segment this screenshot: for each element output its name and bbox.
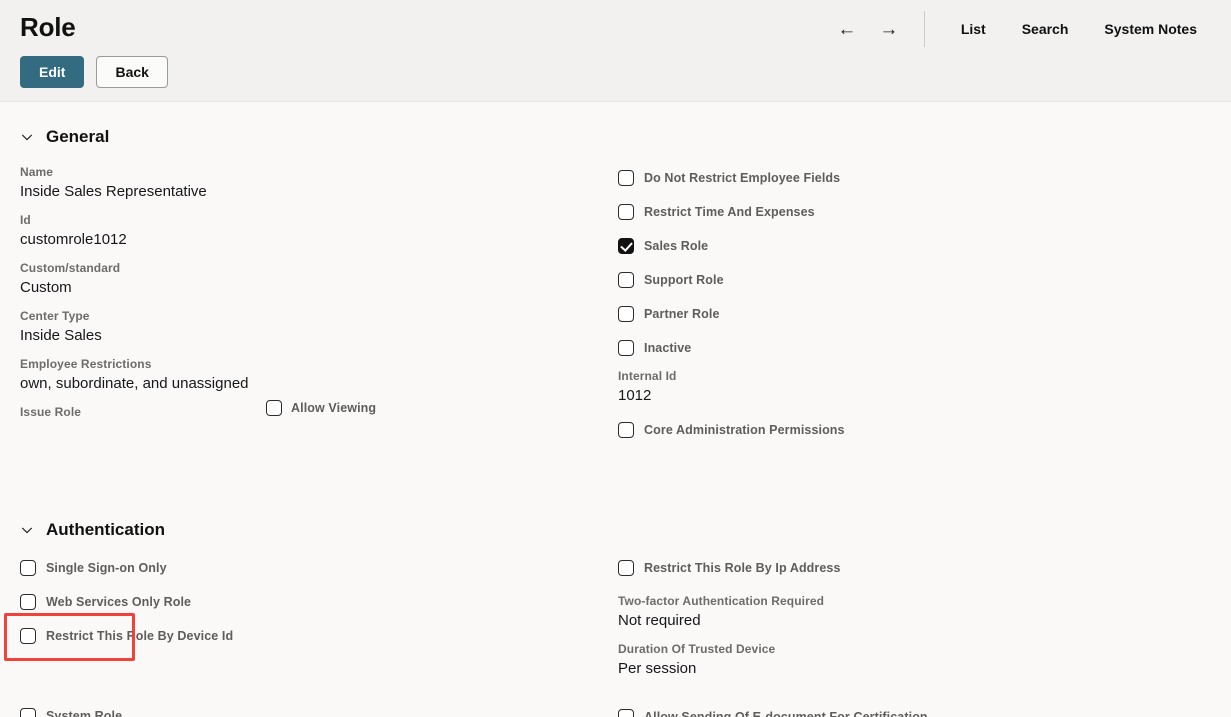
checkbox-label: Single Sign-on Only — [46, 561, 167, 575]
row-restrict-time-and-expenses[interactable]: Restrict Time And Expenses — [618, 198, 1208, 226]
checkbox-do-not-restrict-employee-fields[interactable] — [618, 170, 634, 186]
row-allow-sending-of-e-document-for-certification[interactable]: Allow Sending Of E-document For Certific… — [618, 703, 1208, 717]
field-label: Internal Id — [618, 369, 677, 383]
row-single-sign-on-only[interactable]: Single Sign-on Only — [20, 554, 600, 582]
checkbox-allow-viewing[interactable] — [266, 400, 282, 416]
checkbox-label: Sales Role — [644, 239, 709, 253]
content-area: General Name Inside Sales Representative… — [0, 127, 1231, 717]
row-restrict-this-role-by-device-id[interactable]: Restrict This Role By Device Id — [20, 622, 600, 650]
page-header: Role Edit Back ← → List Search System No… — [0, 0, 1231, 102]
row-support-role[interactable]: Support Role — [618, 266, 1208, 294]
action-button-row: Edit Back — [20, 56, 168, 88]
nav-link-system-notes[interactable]: System Notes — [1086, 21, 1215, 37]
checkbox-core-administration-permissions[interactable] — [618, 422, 634, 438]
field-value: Inside Sales Representative — [20, 183, 207, 200]
field-label: Duration Of Trusted Device — [618, 642, 776, 656]
row-inactive[interactable]: Inactive — [618, 334, 1208, 362]
checkbox-support-role[interactable] — [618, 272, 634, 288]
back-arrow-icon[interactable]: ← — [826, 12, 868, 46]
field-label: Two-factor Authentication Required — [618, 594, 825, 608]
section-header-authentication[interactable]: Authentication — [0, 520, 1231, 540]
section-title-authentication: Authentication — [46, 520, 165, 539]
checkbox-restrict-this-role-by-ip-address[interactable] — [618, 560, 634, 576]
checkbox-label: Support Role — [644, 273, 724, 287]
general-right-column: Do Not Restrict Employee Fields Restrict… — [618, 164, 1208, 450]
authentication-left-column: Single Sign-on Only Web Services Only Ro… — [20, 554, 600, 717]
checkbox-label: Partner Role — [644, 307, 720, 321]
checkbox-sales-role[interactable] — [618, 238, 634, 254]
authentication-columns: Single Sign-on Only Web Services Only Ro… — [0, 554, 1231, 717]
row-partner-role[interactable]: Partner Role — [618, 300, 1208, 328]
checkbox-label: Core Administration Permissions — [644, 423, 845, 437]
page-title: Role — [20, 12, 76, 42]
field-label: Employee Restrictions — [20, 357, 152, 371]
checkbox-label: Restrict This Role By Ip Address — [644, 561, 841, 575]
field-two-factor-authentication-required: Two-factor Authentication Required Not r… — [618, 593, 1208, 632]
field-custom-standard: Custom/standard Custom — [20, 260, 600, 299]
row-sales-role[interactable]: Sales Role — [618, 232, 1208, 260]
field-label: Center Type — [20, 309, 90, 323]
checkbox-label: Allow Viewing — [291, 401, 377, 415]
row-core-administration-permissions[interactable]: Core Administration Permissions — [618, 416, 1208, 444]
nav-divider — [923, 11, 925, 47]
field-name: Name Inside Sales Representative — [20, 164, 600, 203]
field-value: customrole1012 — [20, 231, 127, 248]
section-title-general: General — [46, 127, 110, 146]
nav-link-search[interactable]: Search — [1004, 21, 1087, 37]
checkbox-label: System Role — [46, 709, 123, 717]
chevron-down-icon[interactable] — [20, 523, 34, 537]
field-value: Custom — [20, 279, 72, 296]
row-do-not-restrict-employee-fields[interactable]: Do Not Restrict Employee Fields — [618, 164, 1208, 192]
field-id: Id customrole1012 — [20, 212, 600, 251]
field-internal-id: Internal Id 1012 — [618, 368, 1208, 407]
row-restrict-this-role-by-ip-address[interactable]: Restrict This Role By Ip Address — [618, 554, 1208, 582]
field-duration-of-trusted-device: Duration Of Trusted Device Per session — [618, 641, 1208, 680]
general-left-column: Name Inside Sales Representative Id cust… — [20, 164, 600, 430]
checkbox-label: Inactive — [644, 341, 692, 355]
field-label: Id — [20, 213, 31, 227]
checkbox-partner-role[interactable] — [618, 306, 634, 322]
field-value: 1012 — [618, 387, 652, 404]
header-navigation: ← → List Search System Notes — [826, 11, 1215, 47]
checkbox-allow-sending-of-e-document-for-certification[interactable] — [618, 709, 634, 717]
checkbox-system-role[interactable] — [20, 708, 36, 717]
field-value: own, subordinate, and unassigned — [20, 375, 249, 392]
field-label: Custom/standard — [20, 261, 121, 275]
row-system-role[interactable]: System Role — [20, 702, 600, 717]
authentication-right-column: Restrict This Role By Ip Address Two-fac… — [618, 554, 1208, 717]
checkbox-label: Allow Sending Of E-document For Certific… — [644, 710, 928, 717]
row-web-services-only-role[interactable]: Web Services Only Role — [20, 588, 600, 616]
checkbox-label: Restrict Time And Expenses — [644, 205, 815, 219]
field-employee-restrictions: Employee Restrictions own, subordinate, … — [20, 356, 600, 395]
chevron-down-icon[interactable] — [20, 130, 34, 144]
field-label: Name — [20, 165, 54, 179]
nav-link-list[interactable]: List — [943, 21, 1004, 37]
section-header-general[interactable]: General — [0, 127, 1231, 147]
checkbox-restrict-time-and-expenses[interactable] — [618, 204, 634, 220]
field-center-type: Center Type Inside Sales — [20, 308, 600, 347]
forward-arrow-icon[interactable]: → — [868, 12, 910, 46]
checkbox-label: Web Services Only Role — [46, 595, 192, 609]
checkbox-inactive[interactable] — [618, 340, 634, 356]
checkbox-single-sign-on-only[interactable] — [20, 560, 36, 576]
checkbox-label: Do Not Restrict Employee Fields — [644, 171, 841, 185]
allow-viewing-row[interactable]: Allow Viewing — [266, 400, 376, 416]
edit-button[interactable]: Edit — [20, 56, 85, 88]
general-columns: Name Inside Sales Representative Id cust… — [0, 164, 1231, 474]
checkbox-label: Restrict This Role By Device Id — [46, 629, 234, 643]
field-value: Per session — [618, 660, 697, 677]
back-button[interactable]: Back — [96, 56, 168, 88]
field-value: Not required — [618, 612, 701, 629]
checkbox-restrict-this-role-by-device-id[interactable] — [20, 628, 36, 644]
checkbox-web-services-only-role[interactable] — [20, 594, 36, 610]
field-value: Inside Sales — [20, 327, 102, 344]
